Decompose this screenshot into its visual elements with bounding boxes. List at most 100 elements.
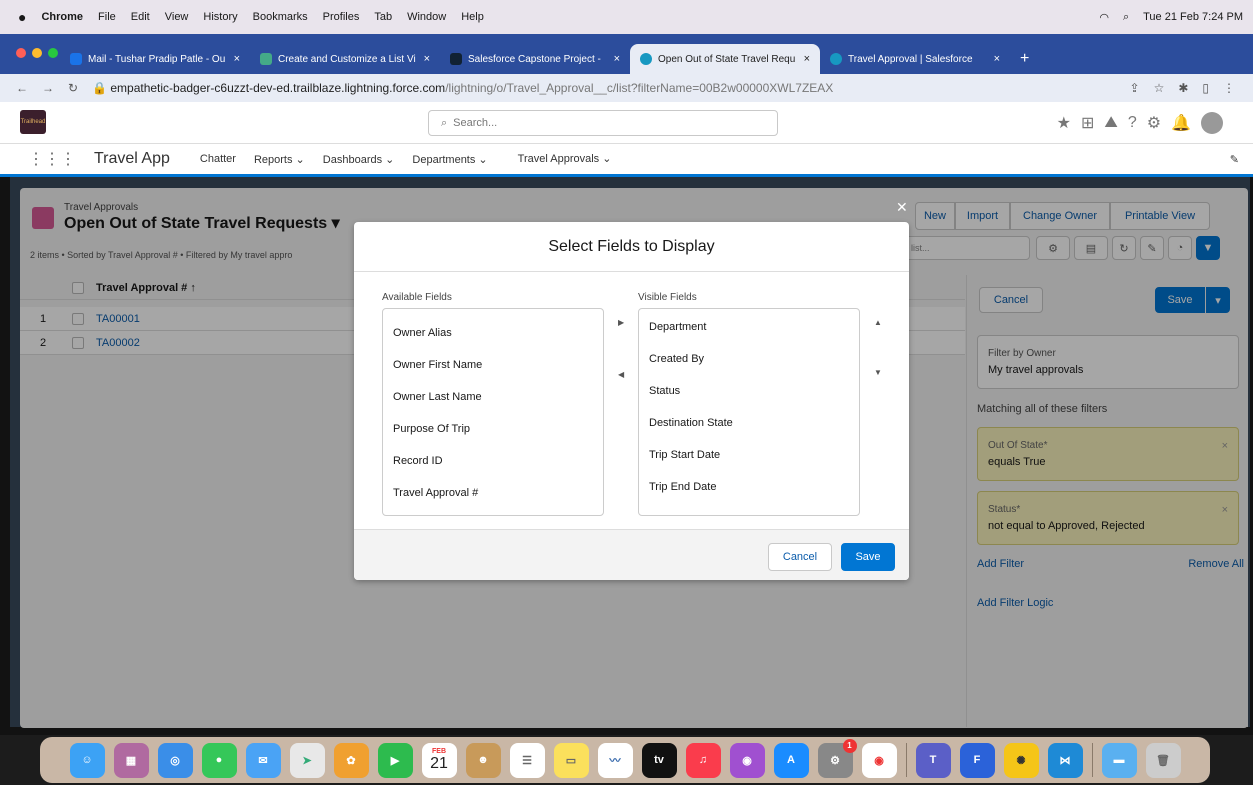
messages-icon[interactable]: ● [201,742,237,778]
clock[interactable]: Tue 21 Feb 7:24 PM [1143,11,1243,23]
menu-edit[interactable]: Edit [131,11,150,23]
close-tab-icon[interactable]: × [614,53,620,65]
new-tab-icon[interactable]: + [1020,50,1029,68]
menu-app-name[interactable]: Chrome [41,11,83,23]
contacts-icon[interactable]: ☻ [465,742,501,778]
bookmark-star-icon[interactable]: ☆ [1154,81,1165,95]
nav-item-reports[interactable]: Reports ⌄ [254,153,305,166]
maps-icon[interactable]: ➤ [289,742,325,778]
finder-icon[interactable]: ☺ [69,742,105,778]
favorites-icon[interactable]: ★ [1057,113,1071,133]
downloads-folder-icon[interactable]: ▬ [1101,742,1137,778]
url-field[interactable]: 🔒 empathetic-badger-c6uzzt-dev-ed.trailb… [92,81,833,95]
freeform-icon[interactable]: 〰 [597,742,633,778]
forms-icon[interactable]: F [959,742,995,778]
nav-item-dashboards[interactable]: Dashboards ⌄ [323,153,395,166]
apple-tv-icon[interactable]: tv [641,742,677,778]
app-name: Travel App [94,150,170,167]
list-item[interactable]: Created By [639,343,859,375]
list-item[interactable]: Owner Last Name [383,381,603,413]
tab-mail[interactable]: Mail - Tushar Pradip Patle - Ou × [60,44,250,74]
zoom-window-icon[interactable] [48,48,58,58]
podcasts-icon[interactable]: ◉ [729,742,765,778]
list-item[interactable]: Purpose Of Trip [383,413,603,445]
edit-nav-icon[interactable]: ✎ [1230,153,1239,166]
url-host: empathetic-badger-c6uzzt-dev-ed.trailbla… [110,81,446,95]
list-item[interactable]: Owner First Name [383,349,603,381]
reminders-icon[interactable]: ☰ [509,742,545,778]
menu-bookmarks[interactable]: Bookmarks [253,11,308,23]
list-item[interactable]: Record ID [383,445,603,477]
close-tab-icon[interactable]: × [234,53,240,65]
safari-icon[interactable]: ◎ [157,742,193,778]
move-left-icon[interactable]: ◀ [618,370,624,379]
extensions-icon[interactable]: ✱ [1178,81,1188,95]
tab-create-list[interactable]: Create and Customize a List Vi × [250,44,440,74]
menu-tab[interactable]: Tab [374,11,392,23]
app-store-icon[interactable]: A [773,742,809,778]
app-launcher-icon[interactable]: ⋮⋮⋮ [28,149,76,169]
nav-item-chatter[interactable]: Chatter [200,153,236,165]
modal-footer: Cancel Save [354,529,909,580]
close-tab-icon[interactable]: × [424,53,430,65]
system-settings-icon[interactable]: ⚙ 1 [817,738,857,778]
close-tab-icon[interactable]: × [804,53,810,65]
tab-travel-approval[interactable]: Travel Approval | Salesforce × [820,44,1010,74]
nav-item-departments[interactable]: Departments ⌄ [412,153,487,166]
minimize-window-icon[interactable] [32,48,42,58]
teams-icon[interactable]: T [915,742,951,778]
music-icon[interactable]: ♫ [685,742,721,778]
apple-icon[interactable]: ● [18,9,26,25]
list-item[interactable]: Status [639,375,859,407]
list-item[interactable]: Trip Start Date [639,439,859,471]
list-item[interactable]: Department [639,311,859,343]
trash-icon[interactable]: 🗑 [1145,742,1181,778]
global-search-input[interactable]: ⌕ Search... [428,110,778,136]
menu-view[interactable]: View [165,11,189,23]
close-window-icon[interactable] [16,48,26,58]
cancel-button[interactable]: Cancel [768,543,832,571]
tab-capstone[interactable]: Salesforce Capstone Project - × [440,44,630,74]
menu-history[interactable]: History [203,11,237,23]
save-button[interactable]: Save [841,543,895,571]
menu-window[interactable]: Window [407,11,446,23]
calendar-icon[interactable]: FEB 21 [421,742,457,778]
tab-open-travel-requests[interactable]: Open Out of State Travel Requ × [630,44,820,74]
launchpad-icon[interactable]: ▦ [113,742,149,778]
chrome-icon[interactable]: ◉ [861,742,897,778]
share-icon[interactable]: ⇪ [1130,81,1140,95]
nav-item-travel-approvals[interactable]: Travel Approvals ⌄ [505,144,624,177]
help-icon[interactable]: ? [1128,114,1137,132]
trailhead-icon[interactable]: ⛰ [1104,114,1117,132]
org-logo[interactable]: Trailhead [20,110,46,134]
list-item[interactable]: Travel Approval # [383,477,603,509]
back-icon[interactable]: ← [16,81,28,95]
list-item[interactable]: Destination State [639,407,859,439]
photos-icon[interactable]: ✿ [333,742,369,778]
more-icon[interactable]: ⋮ [1223,81,1235,95]
move-down-icon[interactable]: ▼ [874,368,882,377]
search-icon[interactable]: ⌕ [1123,11,1129,24]
mail-icon[interactable]: ✉ [245,742,281,778]
avatar[interactable] [1201,112,1223,134]
list-item[interactable]: Owner Alias [383,317,603,349]
menu-file[interactable]: File [98,11,116,23]
notes-icon[interactable]: ▭ [553,742,589,778]
list-item[interactable]: Trip End Date [639,471,859,503]
close-icon[interactable]: ✕ [896,199,908,216]
chatgpt-icon[interactable]: ✺ [1003,742,1039,778]
menu-profiles[interactable]: Profiles [323,11,360,23]
notifications-icon[interactable]: 🔔 [1171,113,1191,133]
sidebar-icon[interactable]: ▯ [1202,81,1209,95]
setup-gear-icon[interactable]: ⚙ [1147,113,1161,133]
menu-help[interactable]: Help [461,11,484,23]
vscode-icon[interactable]: ⋈ [1047,742,1083,778]
global-actions-icon[interactable]: ⊞ [1081,113,1094,133]
forward-icon[interactable]: → [42,81,54,95]
move-right-icon[interactable]: ▶ [618,318,624,327]
move-up-icon[interactable]: ▲ [874,318,882,327]
close-tab-icon[interactable]: × [994,53,1000,65]
wifi-icon[interactable]: ◠ [1099,11,1109,24]
facetime-icon[interactable]: ▶ [377,742,413,778]
reload-icon[interactable]: ↻ [68,81,78,95]
